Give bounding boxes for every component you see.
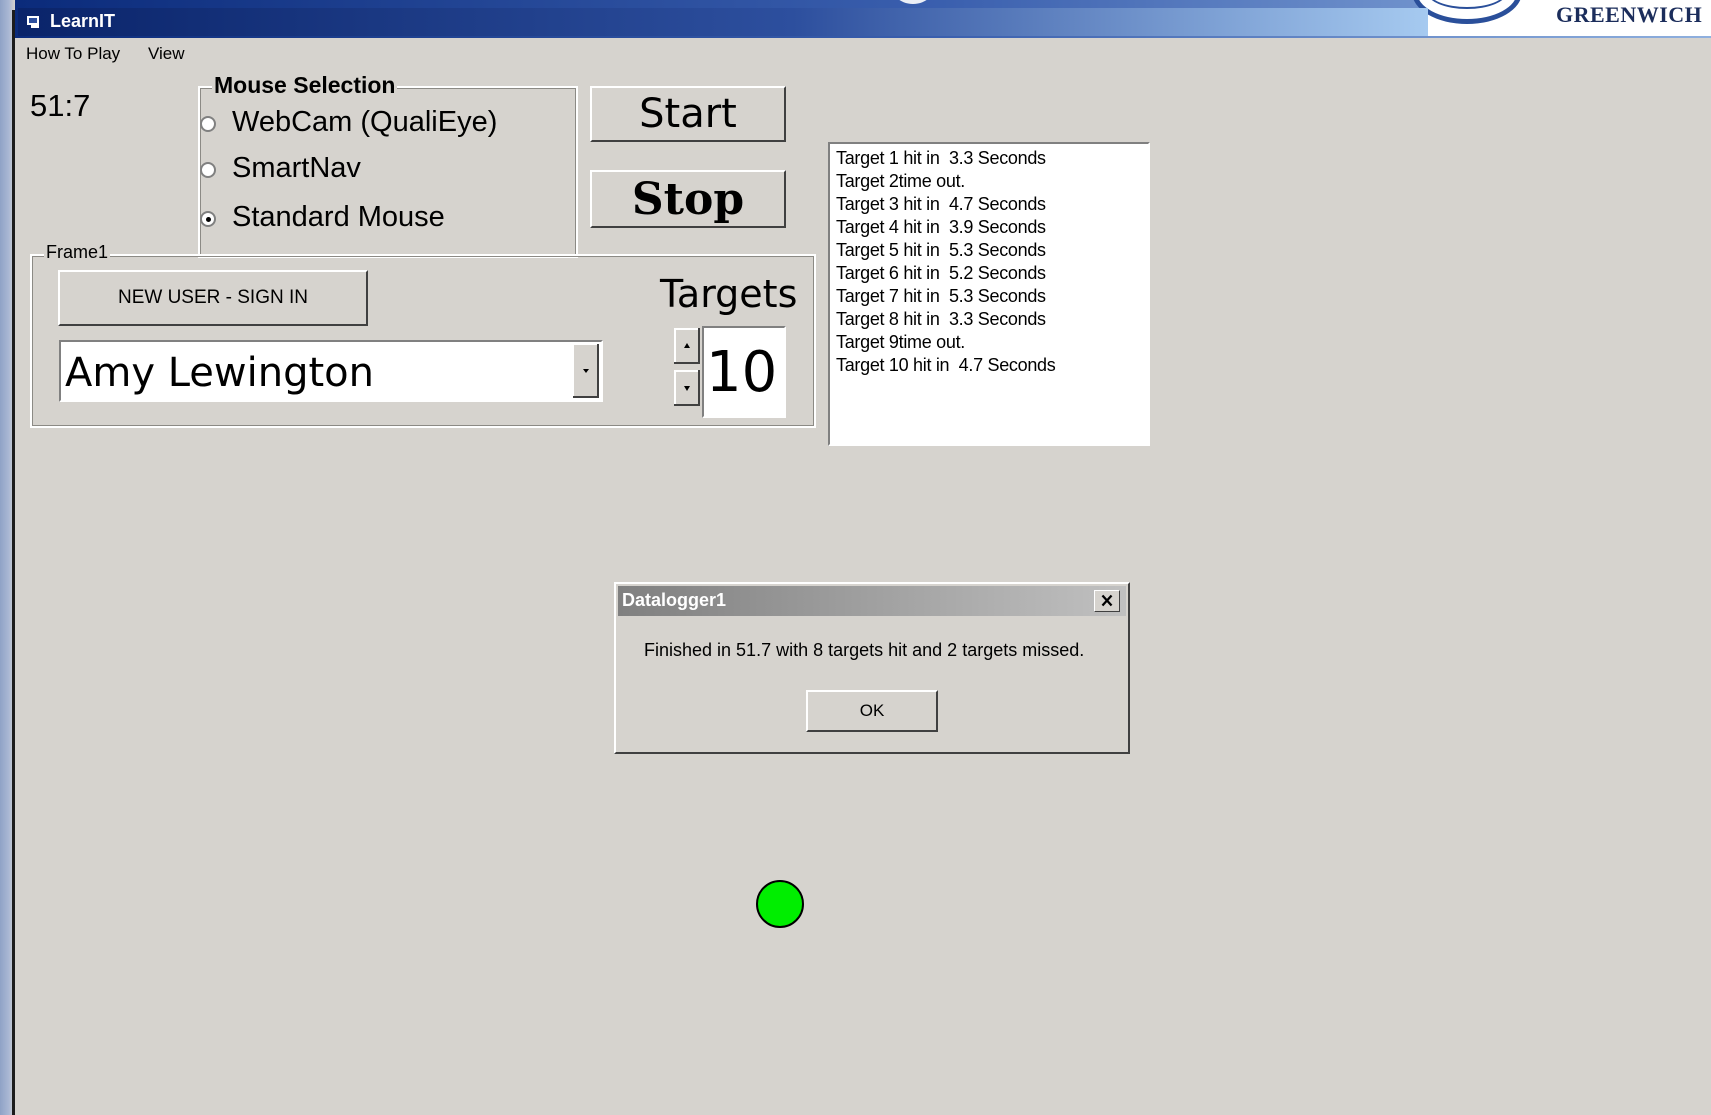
start-button[interactable]: Start bbox=[590, 86, 786, 142]
user-select-combo[interactable]: Amy Lewington bbox=[59, 340, 603, 402]
logo-text: GREENWICH bbox=[1556, 2, 1703, 27]
close-icon[interactable] bbox=[1094, 590, 1120, 612]
spin-down-icon[interactable] bbox=[674, 370, 700, 406]
list-item: Target 5 hit in 5.3 Seconds bbox=[836, 240, 1046, 260]
radio-button-icon[interactable] bbox=[200, 162, 216, 178]
dialog-message: Finished in 51.7 with 8 targets hit and … bbox=[644, 640, 1085, 660]
list-item: Target 10 hit in 4.7 Seconds bbox=[836, 355, 1056, 375]
spin-up-icon[interactable] bbox=[674, 328, 700, 364]
dialog-title: Datalogger1 bbox=[622, 590, 727, 610]
radio-webcam-label: WebCam (QualiEye) bbox=[232, 106, 498, 138]
app-icon bbox=[27, 16, 39, 28]
frame1-label: Frame1 bbox=[44, 242, 111, 263]
menu-view[interactable]: View bbox=[148, 44, 185, 64]
mouse-selection-label: Mouse Selection bbox=[212, 72, 398, 99]
target-dot[interactable] bbox=[756, 880, 804, 928]
targets-count-value: 10 bbox=[706, 340, 778, 405]
list-item: Target 8 hit in 3.3 Seconds bbox=[836, 309, 1046, 329]
radio-button-icon[interactable] bbox=[200, 116, 216, 132]
list-item: Target 2time out. bbox=[836, 171, 965, 191]
radio-button-selected-icon[interactable] bbox=[200, 211, 216, 227]
targets-label: Targets bbox=[660, 272, 798, 316]
list-item: Target 4 hit in 3.9 Seconds bbox=[836, 217, 1046, 237]
app-title: LearnIT bbox=[50, 11, 116, 31]
dialog-title-bar[interactable]: Datalogger1 bbox=[618, 586, 1126, 616]
list-item: Target 1 hit in 3.3 Seconds bbox=[836, 148, 1046, 168]
radio-standard-mouse-label: Standard Mouse bbox=[232, 201, 445, 233]
results-listbox[interactable]: Target 1 hit in 3.3 Seconds Target 2time… bbox=[828, 142, 1150, 446]
list-item: Target 3 hit in 4.7 Seconds bbox=[836, 194, 1046, 214]
radio-smartnav-label: SmartNav bbox=[232, 152, 361, 184]
new-user-sign-in-button[interactable]: NEW USER - SIGN IN bbox=[58, 270, 368, 326]
targets-count-field[interactable]: 10 bbox=[702, 326, 786, 418]
app-title-bar[interactable]: LearnIT bbox=[18, 8, 1428, 36]
list-item: Target 6 hit in 5.2 Seconds bbox=[836, 263, 1046, 283]
ok-button[interactable]: OK bbox=[806, 690, 938, 732]
list-item: Target 7 hit in 5.3 Seconds bbox=[836, 286, 1046, 306]
stop-button[interactable]: Stop bbox=[590, 170, 786, 228]
timer-readout: 51:7 bbox=[30, 88, 91, 123]
menu-how-to-play[interactable]: How To Play bbox=[26, 44, 120, 64]
list-item: Target 9time out. bbox=[836, 332, 965, 352]
chevron-down-icon[interactable] bbox=[573, 344, 599, 398]
slide-left-line bbox=[12, 10, 15, 1115]
user-select-value: Amy Lewington bbox=[65, 350, 374, 396]
